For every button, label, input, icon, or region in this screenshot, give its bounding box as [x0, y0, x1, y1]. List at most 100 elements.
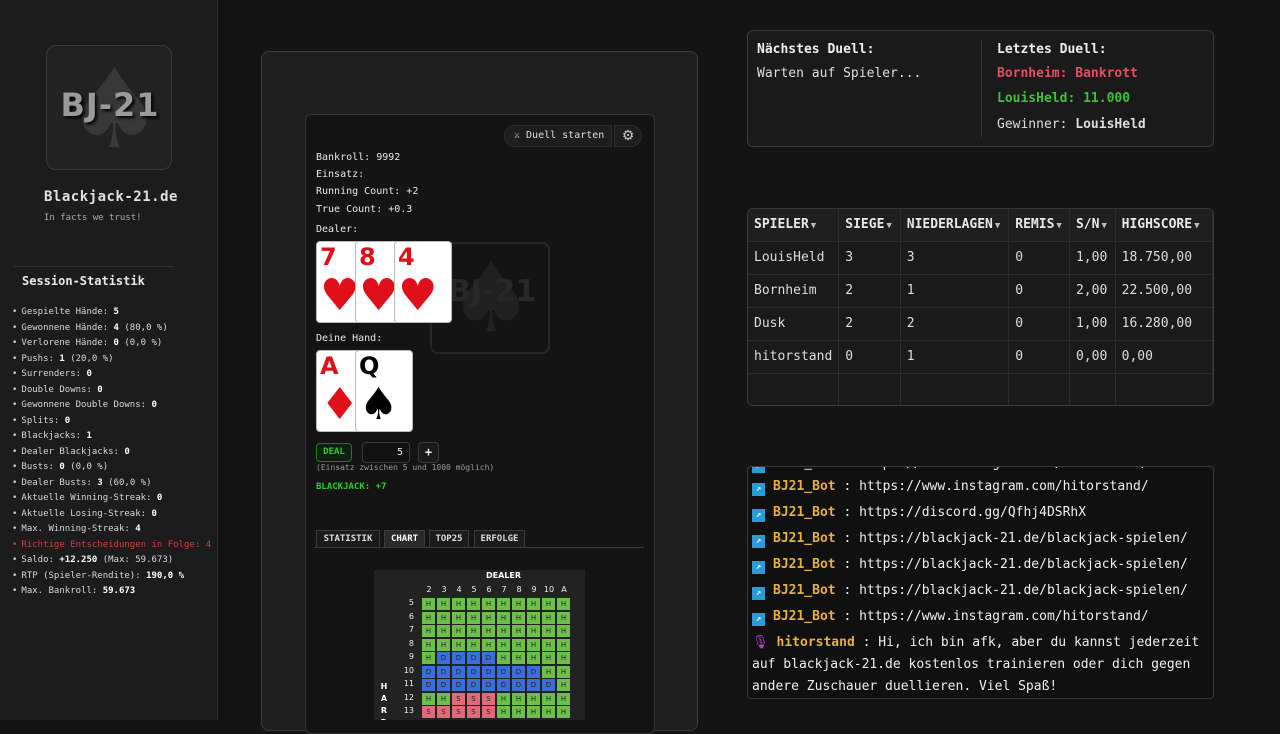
card-rank: Q [359, 352, 380, 380]
chart-cell: H [527, 625, 540, 637]
increase-bet-button[interactable]: + [418, 442, 439, 463]
chat-message: ↗ BJ21_Bot : https://blackjack-21.de/blac… [752, 528, 1188, 550]
chart-cell: H [557, 679, 570, 691]
sort-arrow-icon[interactable]: ▼ [811, 221, 816, 231]
column-header[interactable]: NIEDERLAGEN ▼ [900, 209, 1010, 242]
chat-text-continued: auf blackjack-21.de kostenlos trainieren… [752, 657, 1191, 672]
link-icon: ↗ [752, 587, 765, 600]
sort-arrow-icon[interactable]: ▼ [886, 221, 891, 231]
chat-user: BJ21_Bot [773, 505, 836, 520]
chart-cell: D [452, 679, 465, 691]
site-logo[interactable]: ♠ BJ-21 [46, 45, 172, 170]
table-cell: hitorstand [748, 340, 840, 374]
column-header[interactable]: REMIS ▼ [1008, 209, 1070, 242]
scoreboard: SPIELER ▼ SIEGE ▼ NIEDERLAGEN ▼ REMIS ▼ S/N ▼ HIGH… [747, 208, 1214, 406]
chart-cell: D [497, 665, 510, 678]
table-cell: 2,00 [1069, 274, 1116, 308]
chat-box[interactable]: ↗ BJ21_Bot : https://www.instagram.com/hi… [747, 466, 1214, 699]
chart-cell: D [482, 652, 495, 664]
link-icon: ↗ [752, 509, 765, 522]
chart-cell: H [497, 638, 510, 651]
chart-column-header: 5 [471, 585, 477, 594]
chart-cell: H [497, 598, 510, 610]
chart-side-label: A [380, 694, 388, 703]
settings-gear-icon[interactable]: ⚙ [614, 125, 642, 147]
link-icon: ↗ [752, 483, 765, 496]
sort-arrow-icon[interactable]: ▼ [1194, 221, 1199, 231]
chart-cell: H [557, 706, 570, 718]
chart-cell: H [542, 692, 555, 705]
chart-cell: H [497, 692, 510, 705]
chat-user: BJ21_Bot [773, 557, 836, 572]
chart-cell: S [452, 706, 465, 718]
dealer-label: Dealer: [316, 224, 359, 235]
chart-cell: H [512, 692, 525, 705]
chart-cell: H [467, 625, 480, 637]
chart-cell: H [557, 638, 570, 651]
tab-top25[interactable]: TOP25 [429, 530, 469, 548]
session-stat-item: Saldo: +12.250 (Max: 59.673) [12, 553, 211, 569]
chart-cell: H [542, 625, 555, 637]
tab-chart[interactable]: CHART [384, 530, 425, 548]
session-stat-item: Double Downs: 0 [12, 383, 211, 399]
bankroll-text: Bankroll: 9992 [316, 152, 401, 163]
tab-erfolge[interactable]: ERFOLGE [474, 530, 525, 548]
chart-cell: H [527, 598, 540, 610]
start-duel-button[interactable]: ⚔ Duell starten [504, 125, 612, 147]
chart-column-header: 2 [426, 585, 432, 594]
card-rank: 8 [359, 243, 376, 271]
chat-user: hitorstand [776, 635, 855, 650]
chart-cell: H [422, 625, 435, 637]
column-header[interactable]: S/N ▼ [1069, 209, 1116, 242]
chart-column-header: 7 [501, 585, 507, 594]
chart-cell: H [557, 652, 570, 664]
chart-cell: H [512, 598, 525, 610]
chart-row-header: 13 [403, 706, 414, 715]
session-stat-item: Max. Winning-Streak: 4 [12, 522, 211, 538]
sidebar: ♠ BJ-21 Blackjack-21.de In facts we trus… [0, 0, 218, 720]
chart-cell: D [437, 679, 450, 691]
table-row: LouisHeld 3 3 0 1,00 18.750,00 [748, 241, 1213, 275]
chart-cell: D [482, 679, 495, 691]
bet-amount-input[interactable]: 5 [362, 442, 410, 463]
table-cell: 1,00 [1069, 241, 1116, 275]
chart-cell: H [482, 638, 495, 651]
sort-arrow-icon[interactable]: ▼ [1101, 221, 1106, 231]
chart-cell: H [422, 638, 435, 651]
deal-button[interactable]: DEAL [316, 443, 352, 462]
chart-cell: H [557, 625, 570, 637]
chat-user: BJ21_Bot [773, 531, 836, 546]
table-cell: 3 [838, 241, 901, 275]
chat-user: BJ21_Bot [773, 479, 836, 494]
chart-cell: H [542, 638, 555, 651]
chart-cell: H [527, 638, 540, 651]
divider [14, 266, 174, 267]
column-header[interactable]: SPIELER ▼ [748, 209, 840, 242]
column-header[interactable]: SIEGE ▼ [838, 209, 901, 242]
winner-name: LouisHeld [1075, 117, 1146, 132]
session-stat-item: Verlorene Hände: 0 (0,0 %) [12, 336, 211, 352]
sort-arrow-icon[interactable]: ▼ [1056, 221, 1061, 231]
column-header[interactable]: HIGHSCORE ▼ [1115, 209, 1213, 242]
session-stat-item: Pushs: 1 (20,0 %) [12, 352, 211, 368]
chart-cell: D [467, 679, 480, 691]
chart-cell: H [467, 638, 480, 651]
session-stat-item: Aktuelle Winning-Streak: 0 [12, 491, 211, 507]
chat-message: ↗ BJ21_Bot : https://blackjack-21.de/blac… [752, 554, 1188, 576]
tab-statistik[interactable]: STATISTIK [316, 530, 380, 548]
session-stat-item: Aktuelle Losing-Streak: 0 [12, 507, 211, 523]
sort-arrow-icon[interactable]: ▼ [995, 221, 1000, 231]
site-title[interactable]: Blackjack-21.de [44, 189, 178, 205]
chart-cell: H [467, 611, 480, 624]
chart-cell: H [542, 706, 555, 718]
chart-cell: H [452, 598, 465, 610]
chart-cell: D [422, 679, 435, 691]
last-duel-result-2: LouisHeld: 11.000 [997, 91, 1131, 106]
running-count-text: Running Count: +2 [316, 186, 419, 197]
card-rank: A [320, 352, 339, 380]
chart-cell: D [497, 679, 510, 691]
chart-cell: H [437, 692, 450, 705]
table-cell: 2 [838, 274, 901, 308]
site-tagline: In facts we trust! [44, 213, 142, 223]
chart-column-header: 3 [441, 585, 447, 594]
